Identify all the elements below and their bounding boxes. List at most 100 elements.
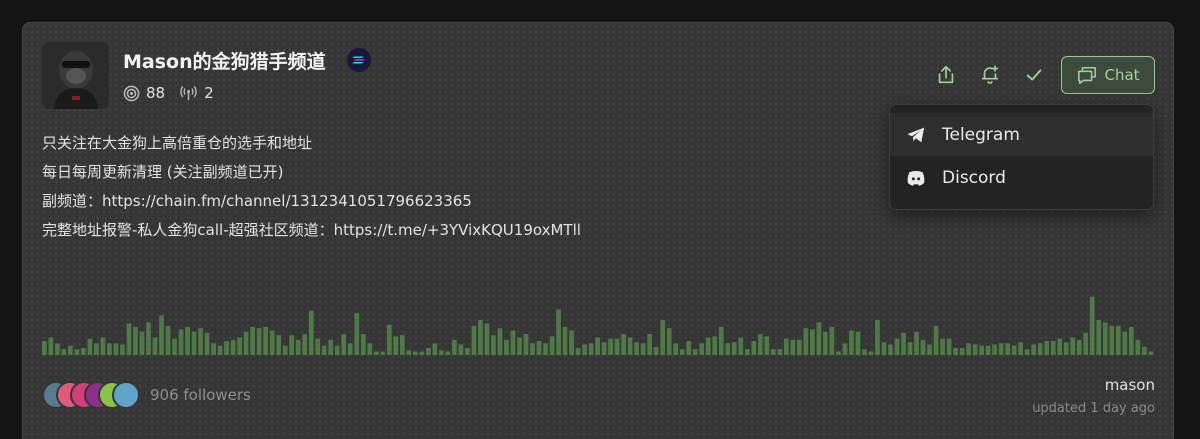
activity-bar [1148, 351, 1154, 355]
activity-bar [250, 327, 255, 355]
followers-count: 906 followers [150, 386, 251, 404]
activity-bar [243, 331, 249, 355]
notify-button[interactable] [971, 56, 1009, 94]
activity-bar [862, 349, 867, 355]
activity-bar [686, 341, 692, 355]
updated-time: updated 1 day ago [1032, 401, 1155, 416]
activity-bar [367, 343, 373, 355]
activity-bar [120, 344, 125, 355]
owner-name[interactable]: mason [1105, 376, 1155, 394]
activity-bar [497, 328, 503, 355]
activity-bar [1122, 331, 1128, 355]
followers-summary[interactable]: 906 followers [42, 381, 251, 409]
activity-bar [61, 349, 67, 355]
activity-bar [731, 342, 737, 355]
activity-bar [881, 342, 887, 355]
activity-bar [282, 345, 288, 355]
activity-bar [426, 348, 431, 355]
activity-bar [849, 330, 854, 355]
share-button[interactable] [927, 56, 965, 94]
activity-bar [68, 345, 73, 355]
activity-bar [1011, 345, 1017, 355]
activity-bar [107, 343, 112, 355]
activity-bar [315, 338, 321, 355]
activity-bar [621, 334, 626, 355]
activity-bar [914, 331, 919, 355]
activity-bar [1005, 343, 1010, 355]
description-line[interactable]: 副频道：https://chain.fm/channel/13123410517… [42, 187, 581, 216]
activity-bar [452, 339, 457, 355]
activity-bar [608, 338, 613, 355]
activity-bar [888, 344, 893, 355]
activity-bar [1024, 349, 1030, 355]
activity-bar [953, 348, 958, 355]
subscribed-button[interactable] [1015, 56, 1053, 94]
subscribers-stat: 88 [123, 84, 165, 102]
chat-button[interactable]: Chat [1061, 56, 1155, 94]
activity-bar [933, 325, 939, 355]
activity-bar [582, 344, 587, 355]
activity-bar [413, 351, 418, 355]
activity-bar [562, 327, 568, 355]
activity-bar [204, 332, 210, 355]
activity-bar [81, 348, 86, 355]
activity-bar [810, 329, 815, 355]
menu-item-telegram[interactable]: Telegram [890, 113, 1153, 156]
activity-bar [660, 320, 666, 355]
activity-bar [1135, 339, 1141, 355]
description-line[interactable]: 完整地址报警-私人金狗call-超强社区频道：https://t.me/+3YV… [42, 216, 581, 245]
activity-bar [465, 348, 470, 355]
menu-item-discord[interactable]: Discord [890, 156, 1153, 199]
activity-bar [74, 349, 80, 355]
activity-bar [894, 338, 900, 355]
activity-bar [718, 327, 724, 355]
activity-bar [302, 334, 308, 355]
activity-bar [770, 349, 776, 355]
activity-bar [868, 351, 874, 355]
activity-bar [907, 342, 913, 355]
activity-bar [725, 343, 731, 355]
activity-bar [48, 337, 54, 355]
activity-bar [230, 339, 236, 355]
channel-avatar [42, 42, 109, 109]
activity-bar [399, 335, 405, 355]
activity-bar [1102, 322, 1108, 355]
activity-bar [100, 337, 106, 355]
activity-bar [992, 344, 997, 355]
activity-sparkline [42, 296, 1154, 355]
activity-bar [146, 322, 151, 355]
check-icon [1026, 69, 1042, 81]
activity-bar [946, 338, 952, 355]
activity-bar [920, 339, 926, 355]
activity-bar [627, 337, 633, 355]
activity-bar [1050, 341, 1056, 355]
activity-bar [1057, 338, 1063, 355]
activity-bar [569, 330, 574, 355]
activity-bar [484, 323, 490, 355]
activity-bar [341, 334, 347, 355]
activity-bar [139, 331, 145, 355]
activity-bar [510, 330, 516, 355]
activity-bar [1109, 325, 1115, 355]
activity-bar [406, 350, 412, 355]
activity-bar [1037, 343, 1043, 355]
activity-bar [647, 334, 653, 355]
activity-bar [263, 327, 268, 355]
activity-bar [757, 334, 763, 355]
activity-bar [1083, 332, 1089, 355]
channel-stats: 88 2 [123, 84, 228, 102]
activity-bar [744, 349, 750, 355]
activity-bar [823, 331, 828, 355]
broadcast-icon [180, 85, 197, 100]
activity-bar [165, 325, 171, 355]
subscribers-count: 88 [146, 84, 166, 102]
telegram-icon [907, 127, 925, 142]
activity-bar [614, 338, 620, 355]
activity-bar [224, 341, 229, 355]
activity-bar [1128, 327, 1134, 355]
activity-bar [673, 343, 679, 355]
activity-bar [380, 351, 386, 355]
activity-bar [530, 343, 535, 355]
activity-bar [386, 324, 392, 355]
activity-bar [940, 338, 945, 355]
